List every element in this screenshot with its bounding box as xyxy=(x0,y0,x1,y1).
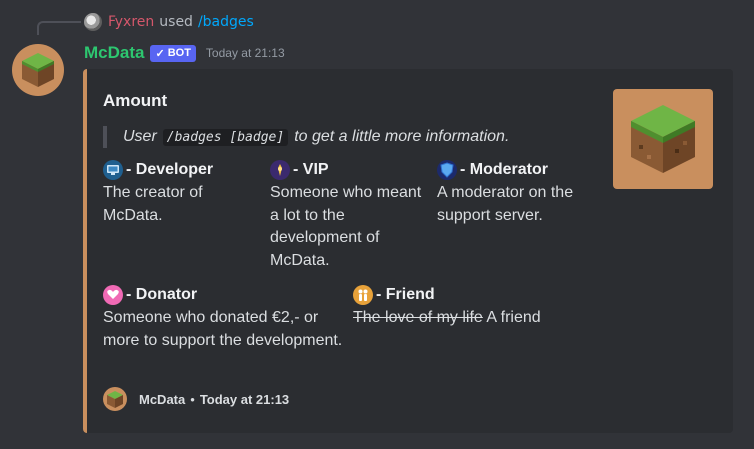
field-moderator: - Moderator A moderator on the support s… xyxy=(437,159,607,227)
field-name: - Friend xyxy=(376,286,435,303)
quote-inline-code: /badges [badge] xyxy=(162,128,289,146)
field-name: - Donator xyxy=(126,286,198,303)
reply-avatar[interactable] xyxy=(84,13,102,31)
embed-description-quote: User /badges [badge] to get a little mor… xyxy=(103,126,509,148)
footer-avatar xyxy=(103,387,127,411)
field-value: The creator of McData. xyxy=(103,184,203,224)
field-name: - Developer xyxy=(126,161,214,178)
field-value-text: A friend xyxy=(486,309,541,326)
footer-timestamp: Today at 21:13 xyxy=(199,391,290,407)
reply-command[interactable]: /badges xyxy=(198,14,254,30)
field-value-strikethrough: The love of my life xyxy=(353,309,483,326)
shield-icon xyxy=(437,160,457,180)
quote-text-before: User xyxy=(123,128,157,145)
field-value: Someone who meant a lot to the developme… xyxy=(270,184,422,269)
monitor-icon xyxy=(103,160,123,180)
reply-used-text: used xyxy=(159,14,193,30)
embed-thumbnail[interactable] xyxy=(613,89,713,189)
footer-text: McData xyxy=(139,391,186,407)
grass-block-icon xyxy=(631,105,695,173)
embed-title: Amount xyxy=(103,91,168,110)
bot-badge-label: BOT xyxy=(167,47,191,59)
verified-check-icon: ✓ xyxy=(155,47,165,60)
reply-reference[interactable]: Fyxren used /badges xyxy=(84,12,254,32)
field-friend: - Friend The love of my life A friend xyxy=(353,284,593,330)
reply-username[interactable]: Fyxren xyxy=(108,14,154,30)
field-value: Someone who donated €2,- or more to supp… xyxy=(103,309,343,349)
quote-text-after: to get a little more information. xyxy=(294,128,510,145)
message-header: McData ✓ BOT Today at 21:13 xyxy=(84,41,285,65)
message-username[interactable]: McData xyxy=(84,43,144,63)
field-name: - VIP xyxy=(293,161,329,178)
heart-hand-icon xyxy=(103,285,123,305)
friends-icon xyxy=(353,285,373,305)
embed: Amount User /badges [badge] to get a lit… xyxy=(83,69,733,433)
avatar[interactable] xyxy=(12,44,64,96)
field-name: - Moderator xyxy=(460,161,548,178)
crown-icon xyxy=(270,160,290,180)
field-vip: - VIP Someone who meant a lot to the dev… xyxy=(270,159,432,272)
footer-separator: • xyxy=(190,391,195,407)
reply-spine xyxy=(37,21,81,35)
field-developer: - Developer The creator of McData. xyxy=(103,159,265,227)
grass-block-icon xyxy=(22,53,54,87)
grass-block-icon xyxy=(107,390,123,408)
field-value: The love of my life A friend xyxy=(353,307,593,330)
field-value: A moderator on the support server. xyxy=(437,184,574,224)
bot-badge: ✓ BOT xyxy=(150,44,196,62)
embed-footer: McData • Today at 21:13 xyxy=(103,387,289,411)
field-donator: - Donator Someone who donated €2,- or mo… xyxy=(103,284,343,352)
message-timestamp[interactable]: Today at 21:13 xyxy=(206,46,285,60)
